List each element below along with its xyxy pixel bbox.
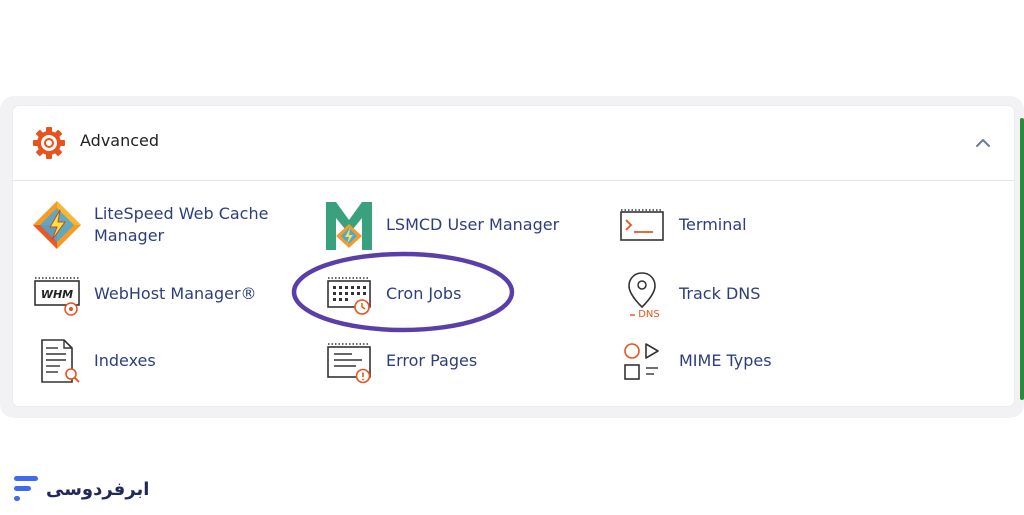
item-mime-types[interactable]: MIME Types — [615, 334, 772, 388]
brand-watermark: ابرفردوسی — [12, 473, 149, 505]
item-terminal[interactable]: Terminal — [615, 198, 747, 252]
item-label: MIME Types — [679, 351, 772, 370]
item-label: LiteSpeed Web Cache Manager — [94, 204, 269, 245]
item-label: Indexes — [94, 351, 156, 370]
item-error-pages[interactable]: Error Pages — [322, 334, 477, 388]
item-label: WebHost Manager® — [94, 284, 257, 303]
item-lsmcd-user-manager[interactable]: LSMCD User Manager — [322, 198, 559, 252]
indexes-icon — [30, 334, 84, 388]
advanced-panel: Advanced — [13, 106, 1014, 406]
panel-header[interactable]: Advanced — [13, 106, 1014, 181]
item-label: Terminal — [679, 215, 747, 234]
cron-calendar-icon — [322, 267, 376, 321]
mime-types-icon — [615, 334, 669, 388]
item-indexes[interactable]: Indexes — [30, 334, 156, 388]
gear-icon — [33, 127, 65, 159]
item-litespeed-web-cache-manager[interactable]: LiteSpeed Web Cache Manager — [30, 198, 268, 252]
litespeed-icon — [30, 198, 84, 252]
terminal-icon — [615, 198, 669, 252]
whm-icon: WHM — [30, 267, 84, 321]
item-label: Cron Jobs — [386, 284, 462, 303]
brand-name: ابرفردوسی — [46, 478, 150, 500]
item-track-dns[interactable]: DNS Track DNS — [615, 267, 760, 321]
lsmcd-icon — [322, 198, 376, 252]
page: Advanced LiteSpeed Web Cache Manager LSM… — [0, 0, 1024, 515]
item-label: LSMCD User Manager — [386, 215, 560, 234]
error-pages-icon — [322, 334, 376, 388]
item-label: Track DNS — [679, 284, 761, 303]
item-label: Error Pages — [386, 351, 478, 370]
item-webhost-manager[interactable]: WHM WebHost Manager® — [30, 267, 257, 321]
brand-logo-icon — [14, 476, 38, 501]
side-accent-bar — [1020, 118, 1024, 400]
svg-text:DNS: DNS — [638, 309, 660, 320]
item-cron-jobs[interactable]: Cron Jobs — [322, 267, 461, 321]
svg-text:WHM: WHM — [41, 288, 73, 301]
section-title: Advanced — [80, 131, 160, 150]
track-dns-icon: DNS — [615, 267, 669, 321]
chevron-up-icon[interactable] — [974, 134, 992, 152]
